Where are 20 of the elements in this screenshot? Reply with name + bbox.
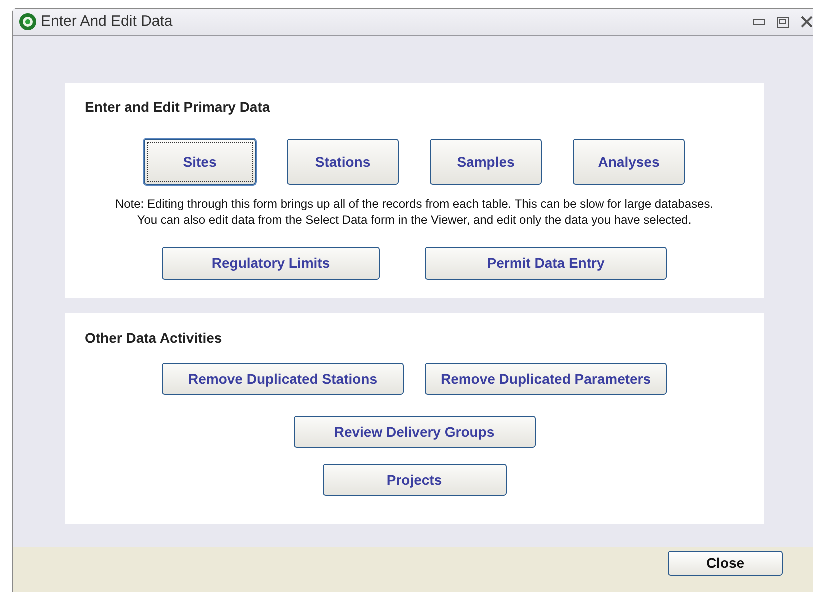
maximize-icon[interactable]: [777, 16, 789, 28]
window-title: Enter And Edit Data: [41, 12, 173, 32]
note-text: Note: Editing through this form brings up all of the records from each table. This can be slow for large databases.: [115, 196, 714, 212]
section-heading: Enter and Edit Primary Data: [85, 98, 270, 117]
close-button[interactable]: Close: [668, 551, 783, 576]
action-button[interactable]: Remove Duplicated Parameters: [425, 363, 667, 395]
section-heading: Other Data Activities: [85, 329, 222, 348]
close-icon[interactable]: [801, 16, 813, 28]
minimize-icon[interactable]: [753, 19, 765, 25]
data-table-button[interactable]: Samples: [430, 139, 542, 185]
note-text: You can also edit data from the Select Data form in the Viewer, and edit only the data you have selected.: [137, 212, 692, 228]
data-table-button[interactable]: Stations: [287, 139, 399, 185]
app-logo-icon: [19, 13, 37, 31]
action-button[interactable]: Review Delivery Groups: [294, 416, 536, 448]
action-button[interactable]: Projects: [322, 464, 506, 496]
action-button[interactable]: Regulatory Limits: [162, 247, 380, 280]
data-table-button[interactable]: Sites: [144, 139, 256, 185]
data-table-button[interactable]: Analyses: [573, 139, 685, 185]
action-button[interactable]: Remove Duplicated Stations: [162, 363, 404, 395]
action-button[interactable]: Permit Data Entry: [425, 247, 667, 280]
